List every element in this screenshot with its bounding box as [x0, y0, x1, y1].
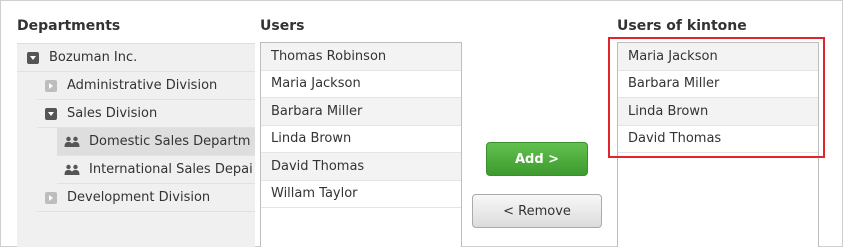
users-list: Thomas Robinson Maria Jackson Barbara Mi…: [260, 42, 462, 247]
list-item[interactable]: Willam Taylor: [261, 181, 461, 208]
group-icon: [64, 164, 80, 175]
kintone-users-title: Users of kintone: [617, 18, 747, 34]
tree-item-label: Sales Division: [67, 106, 158, 121]
list-item[interactable]: Barbara Miller: [261, 98, 461, 126]
user-selection-dialog: Departments Users Users of kintone Bozum…: [0, 0, 843, 247]
tree-item-label: Bozuman Inc.: [49, 50, 138, 65]
users-title: Users: [260, 18, 305, 34]
group-icon: [64, 136, 80, 147]
tree-item-sales-division[interactable]: Sales Division: [37, 100, 255, 128]
expand-toggle-icon[interactable]: [45, 107, 57, 120]
tree-item-label: Administrative Division: [67, 78, 218, 93]
departments-title: Departments: [17, 18, 121, 34]
list-item[interactable]: David Thomas: [618, 126, 818, 153]
collapse-toggle-icon[interactable]: [45, 79, 57, 92]
collapse-toggle-icon[interactable]: [45, 191, 57, 204]
tree-item-bozuman-inc[interactable]: Bozuman Inc.: [17, 44, 255, 72]
list-item[interactable]: Maria Jackson: [261, 71, 461, 98]
remove-button[interactable]: < Remove: [472, 194, 602, 228]
tree-item-domestic-sales[interactable]: Domestic Sales Departm: [57, 128, 255, 156]
expand-toggle-icon[interactable]: [27, 51, 39, 64]
tree-item-international-sales[interactable]: International Sales Depai: [57, 156, 255, 184]
tree-item-administrative-division[interactable]: Administrative Division: [37, 72, 255, 100]
list-item[interactable]: Maria Jackson: [618, 43, 818, 71]
list-item[interactable]: Linda Brown: [261, 126, 461, 153]
list-item[interactable]: Linda Brown: [618, 98, 818, 126]
kintone-users-list: Maria Jackson Barbara Miller Linda Brown…: [617, 42, 819, 247]
list-item[interactable]: Barbara Miller: [618, 71, 818, 98]
list-item[interactable]: Thomas Robinson: [261, 43, 461, 71]
tree-item-label: International Sales Depai: [89, 162, 253, 177]
departments-tree: Bozuman Inc. Administrative Division Sal…: [17, 43, 255, 247]
tree-item-development-division[interactable]: Development Division: [37, 184, 255, 212]
tree-item-label: Development Division: [67, 190, 211, 205]
list-item[interactable]: David Thomas: [261, 153, 461, 181]
tree-item-label: Domestic Sales Departm: [89, 134, 251, 149]
add-button[interactable]: Add >: [486, 142, 588, 176]
